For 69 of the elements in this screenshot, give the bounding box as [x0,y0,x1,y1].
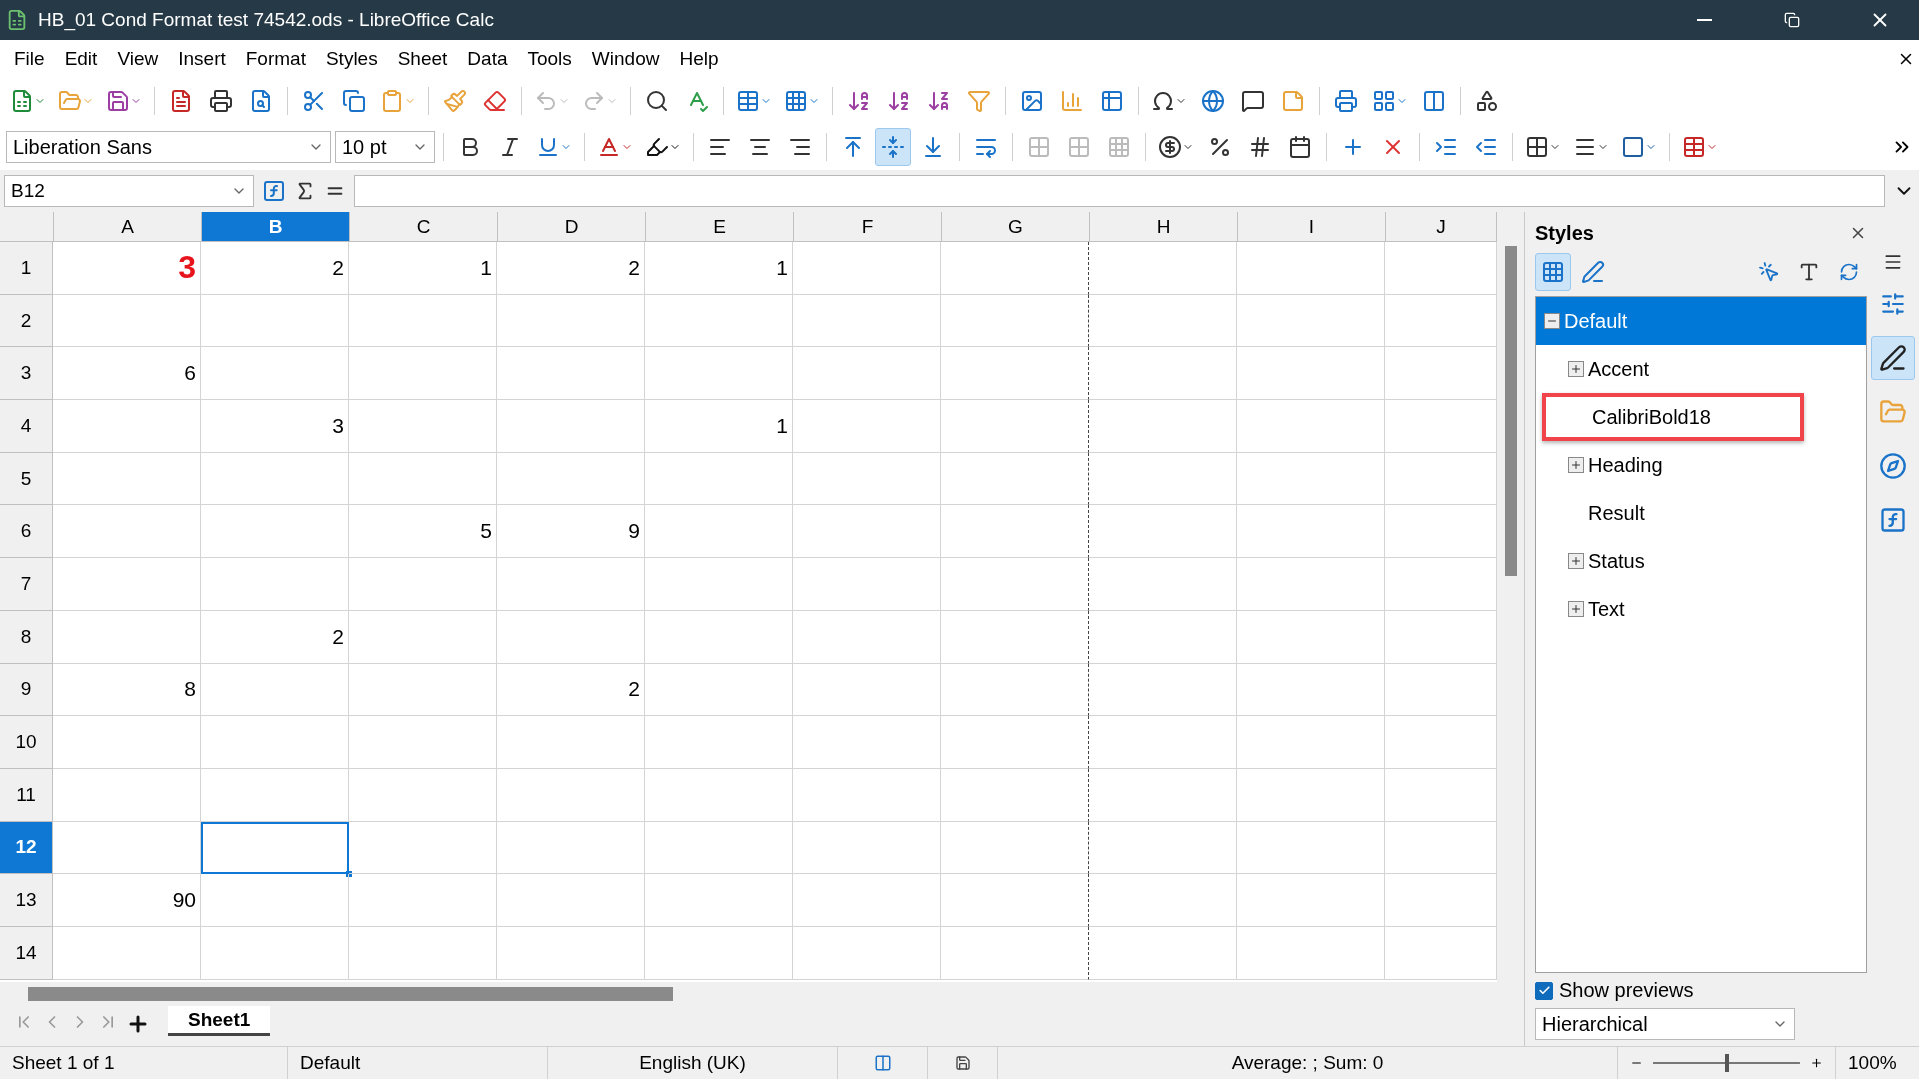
show-previews-checkbox[interactable]: Show previews [1535,979,1867,1002]
font-name-field[interactable]: Liberation Sans [6,131,331,163]
panel-title: Styles [1535,221,1595,245]
row-header[interactable]: 7 [0,558,53,611]
font-size-field[interactable]: 10 pt [335,131,435,163]
table-cell[interactable]: 2 [201,610,349,664]
table-cell[interactable]: 2 [201,242,349,295]
table-cell[interactable]: 5 [349,505,497,559]
column-header[interactable]: G [942,212,1090,242]
table-cell[interactable]: 9 [497,505,645,559]
row-header[interactable]: 11 [0,768,53,822]
style-item[interactable]: CalibriBold18 [1542,393,1804,441]
menu-item[interactable]: Help [669,44,729,74]
menu-item[interactable]: Edit [54,44,108,74]
row-header[interactable]: 2 [0,294,53,348]
row-header[interactable]: 14 [0,926,53,980]
table-cell[interactable]: 1 [349,242,497,295]
row-header[interactable]: 13 [0,874,53,927]
menu-item[interactable]: Insert [168,44,236,74]
row-header[interactable]: 9 [0,663,53,717]
row-header[interactable]: 1 [0,242,53,295]
table-cell[interactable]: 3 [53,242,201,295]
column-header[interactable]: I [1238,212,1386,242]
page-style: Default [300,1052,361,1074]
column-header[interactable]: A [54,212,202,242]
sheet-count: Sheet 1 of 1 [12,1052,115,1074]
style-item[interactable]: Heading [1536,441,1866,489]
menu-item[interactable]: Data [457,44,518,74]
row-header[interactable]: 10 [0,716,53,769]
table-cell[interactable]: 3 [201,400,349,453]
column-header[interactable]: B [202,212,350,242]
menu-item[interactable]: View [107,44,169,74]
row-header[interactable]: 8 [0,610,53,664]
row-header[interactable]: 6 [0,505,53,559]
style-item[interactable]: Default [1536,297,1866,345]
window-title: HB_01 Cond Format test 74542.ods - LibreOffice Calc [38,9,495,31]
column-header[interactable]: H [1090,212,1238,242]
column-header[interactable]: D [498,212,646,242]
zoom-level: 100% [1847,1052,1897,1074]
column-header[interactable]: F [794,212,942,242]
table-cell[interactable]: 8 [53,663,201,717]
row-header[interactable]: 5 [0,452,53,506]
menu-item[interactable]: Format [235,44,316,74]
menu-item[interactable]: File [4,44,55,74]
style-filter-dropdown[interactable]: Hierarchical [1535,1008,1795,1040]
language: English (UK) [639,1052,746,1074]
table-cell[interactable]: 90 [53,874,201,927]
column-header[interactable]: E [646,212,794,242]
table-cell[interactable]: 1 [645,242,793,295]
menu-item[interactable]: Window [581,44,670,74]
row-header[interactable]: 4 [0,400,53,453]
row-header[interactable]: 12 [0,821,53,875]
menu-item[interactable]: Styles [315,44,388,74]
style-item[interactable]: Accent [1536,345,1866,393]
style-item[interactable]: Result [1536,489,1866,537]
style-item[interactable]: Text [1536,585,1866,633]
menu-item[interactable]: Sheet [387,44,458,74]
table-cell[interactable]: 6 [53,347,201,401]
name-box[interactable]: B12 [4,175,254,207]
column-header[interactable]: J [1386,212,1497,242]
table-cell[interactable]: 2 [497,663,645,717]
row-header[interactable]: 3 [0,347,53,401]
column-header[interactable]: C [350,212,498,242]
style-item[interactable]: Status [1536,537,1866,585]
table-cell[interactable]: 1 [645,400,793,453]
sheet-tab[interactable]: Sheet1 [168,1006,271,1036]
menu-item[interactable]: Tools [517,44,582,74]
table-cell[interactable]: 2 [497,242,645,295]
selection-summary: Average: ; Sum: 0 [1231,1052,1384,1074]
